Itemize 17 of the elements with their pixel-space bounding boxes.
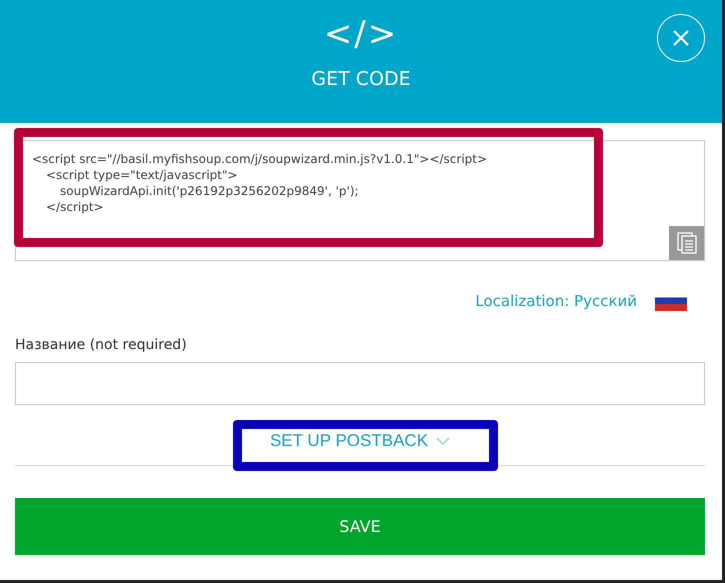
code-line: </script> [45, 199, 105, 215]
close-button[interactable] [657, 14, 705, 62]
name-field[interactable] [15, 362, 705, 405]
localization-link[interactable]: Localization: Русский [475, 292, 637, 310]
save-button[interactable]: SAVE [15, 498, 705, 555]
copy-button[interactable] [669, 226, 704, 260]
code-field[interactable]: <script src="//basil.myfishsoup.com/j/soupwizard.min.js?v1.0.1"></script> <script type="text/javascript"> soupWizardApi.init('p26192p3256202p9849', 'p'); </script> [15, 140, 705, 261]
code-line: <script type="text/javascript"> [45, 167, 239, 183]
chevron-icon [436, 437, 450, 445]
code-line: soupWizardApi.init('p26192p3256202p9849', 'p'); [59, 183, 360, 199]
code-icon: </> [324, 14, 398, 54]
copy-icon [676, 232, 696, 254]
code-line: <script src="//basil.myfishsoup.com/j/soupwizard.min.js?v1.0.1"></script> [32, 151, 488, 167]
close-icon [672, 29, 690, 47]
dialog-title: GET CODE [311, 68, 411, 90]
postback-toggle[interactable]: SET UP POSTBACK [260, 425, 460, 457]
name-label: Название (not required) [15, 337, 188, 353]
